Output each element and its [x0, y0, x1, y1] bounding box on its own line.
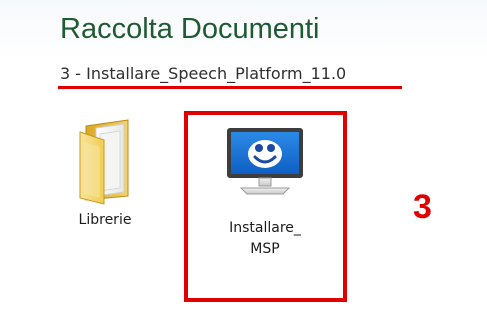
- installer-monitor-icon: [227, 128, 303, 195]
- file-label-line1: Installare_: [229, 220, 301, 236]
- folder-item-librerie[interactable]: Librerie: [60, 114, 150, 264]
- library-header: Raccolta Documenti 3 - Installare_Speech…: [0, 0, 487, 104]
- explorer-window: Raccolta Documenti 3 - Installare_Speech…: [0, 0, 487, 309]
- file-item-installare-msp[interactable]: Installare_ MSP: [185, 114, 345, 304]
- file-label-line2: MSP: [250, 241, 280, 257]
- step-number-annotation: 3: [413, 188, 432, 226]
- folder-icon: [79, 119, 129, 205]
- library-title: Raccolta Documenti: [60, 13, 320, 45]
- breadcrumb[interactable]: 3 - Installare_Speech_Platform_11.0: [60, 64, 346, 83]
- annotation-underline: [58, 86, 402, 89]
- folder-label: Librerie: [78, 212, 132, 228]
